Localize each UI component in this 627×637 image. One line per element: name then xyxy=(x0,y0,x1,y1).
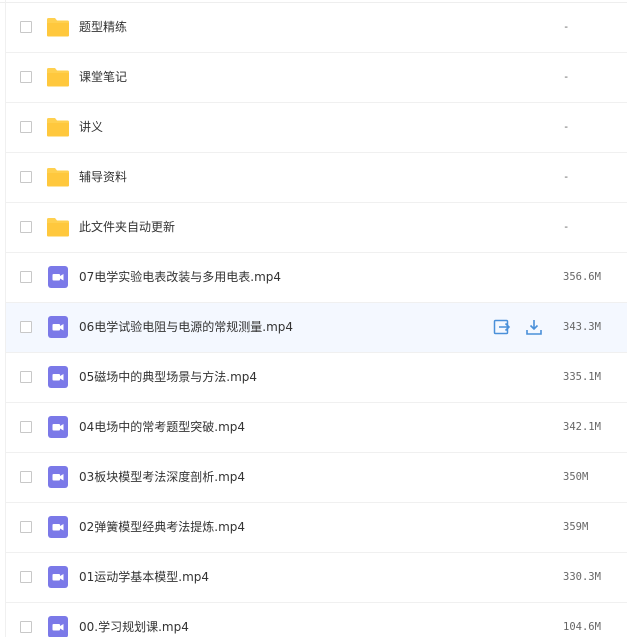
video-file-icon xyxy=(48,616,68,637)
file-name[interactable]: 此文件夹自动更新 xyxy=(79,203,175,252)
file-row[interactable]: 07电学实验电表改装与多用电表.mp4 356.6M xyxy=(5,253,627,303)
folder-icon xyxy=(47,168,69,187)
file-size: 359M xyxy=(563,521,589,533)
video-file-icon xyxy=(48,466,68,488)
file-row[interactable]: 辅导资料 - xyxy=(5,153,627,203)
row-checkbox[interactable] xyxy=(20,421,32,433)
row-checkbox[interactable] xyxy=(20,321,32,333)
file-size: 356.6M xyxy=(563,271,601,283)
file-name[interactable]: 辅导资料 xyxy=(79,153,127,202)
download-icon[interactable] xyxy=(525,318,543,336)
file-row[interactable]: 03板块模型考法深度剖析.mp4 350M xyxy=(5,453,627,503)
file-size: - xyxy=(563,71,570,83)
file-name[interactable]: 讲义 xyxy=(79,103,103,152)
file-size: 342.1M xyxy=(563,421,601,433)
file-row[interactable]: 01运动学基本模型.mp4 330.3M xyxy=(5,553,627,603)
file-row[interactable]: 题型精练 - xyxy=(5,3,627,53)
file-size: 350M xyxy=(563,471,589,483)
file-name[interactable]: 06电学试验电阻与电源的常规测量.mp4 xyxy=(79,303,293,352)
video-file-icon xyxy=(48,416,68,438)
file-size: - xyxy=(563,21,570,33)
video-file-icon xyxy=(48,366,68,388)
file-row[interactable]: 02弹簧模型经典考法提炼.mp4 359M xyxy=(5,503,627,553)
list-left-border xyxy=(5,0,6,637)
row-checkbox[interactable] xyxy=(20,271,32,283)
file-size: 335.1M xyxy=(563,371,601,383)
file-size: - xyxy=(563,221,570,233)
folder-icon xyxy=(47,118,69,137)
video-file-icon xyxy=(48,316,68,338)
file-row-hovered[interactable]: 06电学试验电阻与电源的常规测量.mp4 343.3M xyxy=(5,303,627,353)
folder-icon xyxy=(47,18,69,37)
row-checkbox[interactable] xyxy=(20,521,32,533)
file-name[interactable]: 04电场中的常考题型突破.mp4 xyxy=(79,403,245,452)
file-row[interactable]: 此文件夹自动更新 - xyxy=(5,203,627,253)
row-checkbox[interactable] xyxy=(20,571,32,583)
row-checkbox[interactable] xyxy=(20,471,32,483)
file-size: 330.3M xyxy=(563,571,601,583)
file-size: - xyxy=(563,171,570,183)
file-row[interactable]: 00.学习规划课.mp4 104.6M xyxy=(5,603,627,637)
file-name[interactable]: 05磁场中的典型场景与方法.mp4 xyxy=(79,353,257,402)
row-checkbox[interactable] xyxy=(20,21,32,33)
file-row[interactable]: 05磁场中的典型场景与方法.mp4 335.1M xyxy=(5,353,627,403)
folder-icon xyxy=(47,218,69,237)
file-name[interactable]: 03板块模型考法深度剖析.mp4 xyxy=(79,453,245,502)
row-checkbox[interactable] xyxy=(20,221,32,233)
file-size: - xyxy=(563,121,570,133)
file-row[interactable]: 04电场中的常考题型突破.mp4 342.1M xyxy=(5,403,627,453)
row-checkbox[interactable] xyxy=(20,621,32,633)
file-size: 104.6M xyxy=(563,621,601,633)
file-name[interactable]: 课堂笔记 xyxy=(79,53,127,102)
row-checkbox[interactable] xyxy=(20,371,32,383)
row-checkbox[interactable] xyxy=(20,71,32,83)
file-name[interactable]: 01运动学基本模型.mp4 xyxy=(79,553,209,602)
file-name[interactable]: 00.学习规划课.mp4 xyxy=(79,603,189,637)
video-file-icon xyxy=(48,516,68,538)
row-checkbox[interactable] xyxy=(20,121,32,133)
file-name[interactable]: 题型精练 xyxy=(79,3,127,52)
file-row[interactable]: 课堂笔记 - xyxy=(5,53,627,103)
file-name[interactable]: 07电学实验电表改装与多用电表.mp4 xyxy=(79,253,281,302)
file-list: 题型精练 - 课堂笔记 - 讲义 - 辅导资料 - 此文件夹自动更新 - 07电… xyxy=(0,0,627,637)
folder-icon xyxy=(47,68,69,87)
video-file-icon xyxy=(48,266,68,288)
file-name[interactable]: 02弹簧模型经典考法提炼.mp4 xyxy=(79,503,245,552)
share-icon[interactable] xyxy=(493,318,511,336)
video-file-icon xyxy=(48,566,68,588)
row-checkbox[interactable] xyxy=(20,171,32,183)
file-row[interactable]: 讲义 - xyxy=(5,103,627,153)
file-size: 343.3M xyxy=(563,321,601,333)
